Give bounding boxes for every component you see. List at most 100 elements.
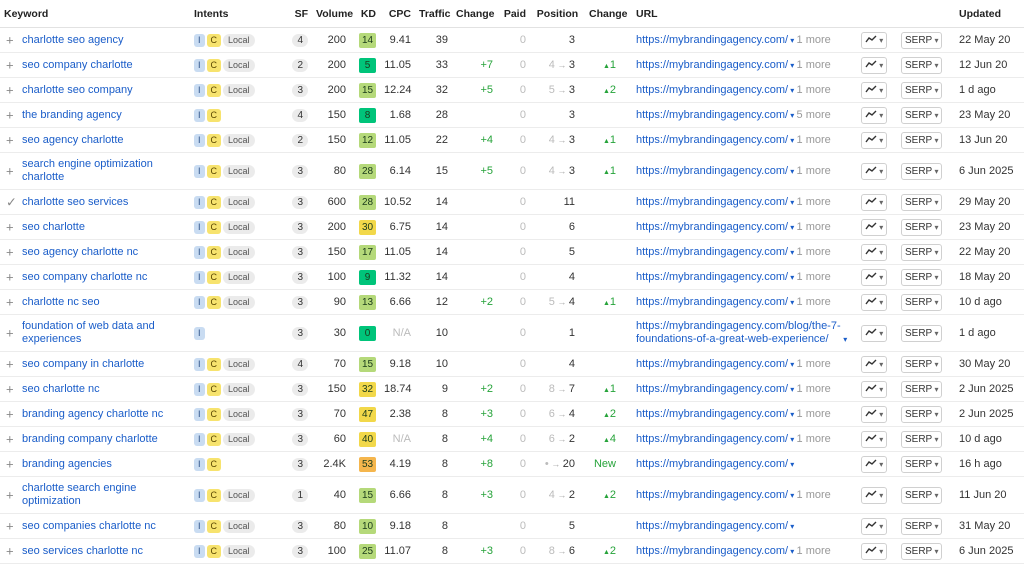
more-urls-link[interactable]: 1 more	[797, 545, 831, 557]
add-icon[interactable]: +	[6, 545, 14, 558]
serp-button[interactable]: SERP ▾	[901, 106, 943, 124]
sf-badge[interactable]: 3	[292, 195, 308, 209]
col-header-trend[interactable]	[857, 0, 897, 28]
sf-badge[interactable]: 1	[292, 488, 308, 502]
sf-badge[interactable]: 3	[292, 407, 308, 421]
keyword-link[interactable]: the branding agency	[22, 109, 186, 122]
serp-button[interactable]: SERP ▾	[901, 430, 943, 448]
sf-badge[interactable]: 4	[292, 33, 308, 47]
url-link[interactable]: https://mybrandingagency.com/	[636, 358, 788, 371]
sf-badge[interactable]: 4	[292, 108, 308, 122]
chevron-down-icon[interactable]: ▾	[788, 111, 796, 120]
serp-button[interactable]: SERP ▾	[901, 193, 943, 211]
trend-button[interactable]: ▾	[861, 162, 888, 180]
trend-button[interactable]: ▾	[861, 486, 888, 504]
keyword-link[interactable]: branding company charlotte	[22, 433, 186, 446]
sf-badge[interactable]: 3	[292, 519, 308, 533]
serp-button[interactable]: SERP ▾	[901, 81, 943, 99]
col-header-position[interactable]: Position	[530, 0, 585, 28]
col-header-updated[interactable]: Updated	[955, 0, 1024, 28]
keyword-link[interactable]: charlotte nc seo	[22, 296, 186, 309]
serp-button[interactable]: SERP ▾	[901, 243, 943, 261]
add-icon[interactable]: +	[6, 246, 14, 259]
url-link[interactable]: https://mybrandingagency.com/	[636, 383, 788, 396]
col-header-serp[interactable]	[897, 0, 955, 28]
url-link[interactable]: https://mybrandingagency.com/	[636, 165, 788, 178]
sf-badge[interactable]: 3	[292, 83, 308, 97]
url-link[interactable]: https://mybrandingagency.com/	[636, 59, 788, 72]
sf-badge[interactable]: 3	[292, 164, 308, 178]
serp-button[interactable]: SERP ▾	[901, 542, 943, 560]
keyword-link[interactable]: branding agencies	[22, 458, 186, 471]
chevron-down-icon[interactable]: ▾	[788, 223, 796, 232]
col-header-cpc[interactable]: CPC	[380, 0, 415, 28]
more-urls-link[interactable]: 1 more	[797, 408, 831, 420]
sf-badge[interactable]: 2	[292, 133, 308, 147]
sf-badge[interactable]: 3	[292, 432, 308, 446]
serp-button[interactable]: SERP ▾	[901, 56, 943, 74]
keyword-link[interactable]: seo company charlotte	[22, 59, 186, 72]
serp-button[interactable]: SERP ▾	[901, 31, 943, 49]
chevron-down-icon[interactable]: ▾	[788, 248, 796, 257]
trend-button[interactable]: ▾	[861, 131, 888, 149]
sf-badge[interactable]: 3	[292, 270, 308, 284]
serp-button[interactable]: SERP ▾	[901, 162, 943, 180]
add-icon[interactable]: +	[6, 59, 14, 72]
more-urls-link[interactable]: 1 more	[797, 34, 831, 46]
url-link[interactable]: https://mybrandingagency.com/	[636, 271, 788, 284]
add-icon[interactable]: +	[6, 296, 14, 309]
col-header-volume[interactable]: Volume	[312, 0, 353, 28]
chevron-down-icon[interactable]: ▾	[788, 522, 794, 531]
trend-button[interactable]: ▾	[861, 106, 888, 124]
url-link[interactable]: https://mybrandingagency.com/	[636, 458, 788, 471]
keyword-link[interactable]: seo agency charlotte	[22, 134, 186, 147]
chevron-down-icon[interactable]: ▾	[788, 435, 796, 444]
keyword-link[interactable]: seo charlotte nc	[22, 383, 186, 396]
more-urls-link[interactable]: 1 more	[797, 433, 831, 445]
add-icon[interactable]: +	[6, 458, 14, 471]
chevron-down-icon[interactable]: ▾	[841, 335, 847, 344]
url-link[interactable]: https://mybrandingagency.com/	[636, 433, 788, 446]
chevron-down-icon[interactable]: ▾	[788, 167, 796, 176]
serp-button[interactable]: SERP ▾	[901, 268, 943, 286]
add-icon[interactable]: +	[6, 358, 14, 371]
more-urls-link[interactable]: 1 more	[797, 296, 831, 308]
serp-button[interactable]: SERP ▾	[901, 405, 943, 423]
add-icon[interactable]: +	[6, 520, 14, 533]
add-icon[interactable]: +	[6, 433, 14, 446]
keyword-link[interactable]: seo charlotte	[22, 221, 186, 234]
url-link[interactable]: https://mybrandingagency.com/	[636, 520, 788, 533]
url-link[interactable]: https://mybrandingagency.com/	[636, 221, 788, 234]
keyword-link[interactable]: charlotte seo services	[22, 196, 186, 209]
chevron-down-icon[interactable]: ▾	[788, 491, 796, 500]
chevron-down-icon[interactable]: ▾	[788, 273, 796, 282]
trend-button[interactable]: ▾	[861, 268, 888, 286]
chevron-down-icon[interactable]: ▾	[788, 385, 796, 394]
trend-button[interactable]: ▾	[861, 193, 888, 211]
col-header-traffic-change[interactable]: Change	[452, 0, 497, 28]
check-icon[interactable]: ✓	[6, 196, 17, 209]
url-link[interactable]: https://mybrandingagency.com/	[636, 84, 788, 97]
more-urls-link[interactable]: 1 more	[797, 489, 831, 501]
chevron-down-icon[interactable]: ▾	[788, 36, 796, 45]
add-icon[interactable]: +	[6, 34, 14, 47]
trend-button[interactable]: ▾	[861, 31, 888, 49]
add-icon[interactable]: +	[6, 408, 14, 421]
trend-button[interactable]: ▾	[861, 380, 888, 398]
col-header-paid[interactable]: Paid	[497, 0, 530, 28]
chevron-down-icon[interactable]: ▾	[788, 61, 796, 70]
serp-button[interactable]: SERP ▾	[901, 131, 943, 149]
serp-button[interactable]: SERP ▾	[901, 293, 943, 311]
keyword-link[interactable]: seo company in charlotte	[22, 358, 186, 371]
serp-button[interactable]: SERP ▾	[901, 355, 943, 373]
more-urls-link[interactable]: 1 more	[797, 165, 831, 177]
chevron-down-icon[interactable]: ▾	[788, 360, 796, 369]
keyword-link[interactable]: seo company charlotte nc	[22, 271, 186, 284]
chevron-down-icon[interactable]: ▾	[788, 136, 796, 145]
more-urls-link[interactable]: 1 more	[797, 134, 831, 146]
more-urls-link[interactable]: 1 more	[797, 383, 831, 395]
col-header-traffic[interactable]: Traffic	[415, 0, 452, 28]
serp-button[interactable]: SERP ▾	[901, 324, 943, 342]
trend-button[interactable]: ▾	[861, 56, 888, 74]
trend-button[interactable]: ▾	[861, 517, 888, 535]
